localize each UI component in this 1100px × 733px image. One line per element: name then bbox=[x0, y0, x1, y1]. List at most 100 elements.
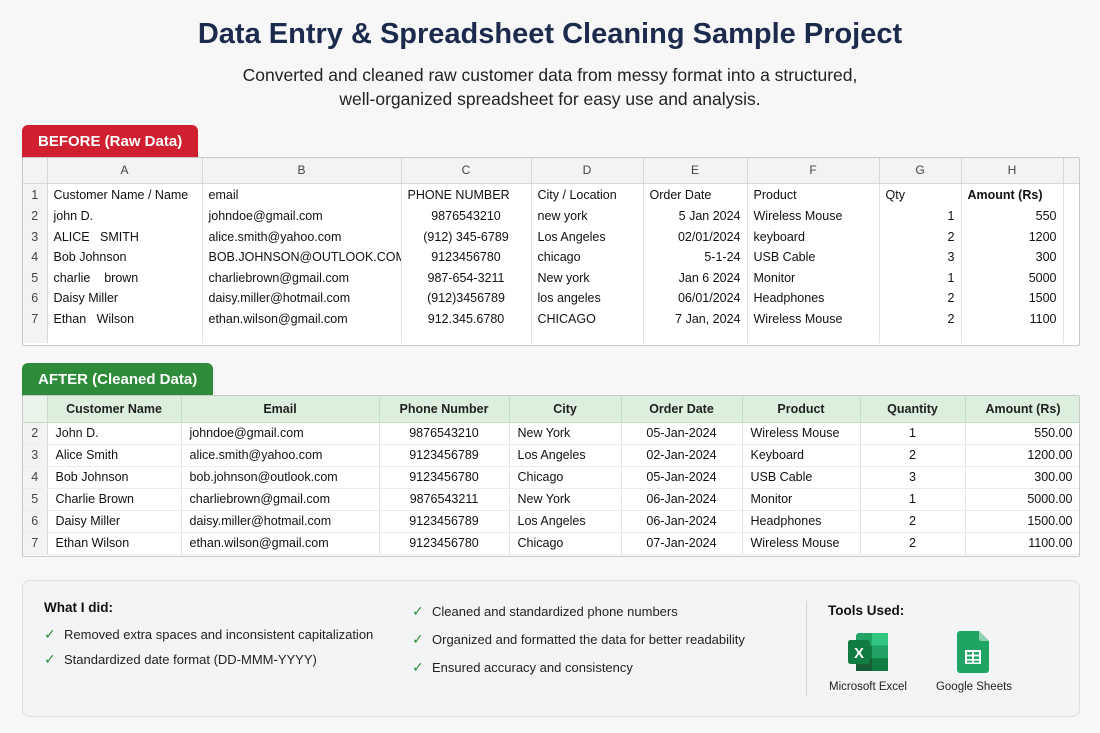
column-letter[interactable]: B bbox=[202, 158, 402, 184]
header-cell[interactable]: Amount (Rs) bbox=[961, 183, 1064, 206]
cell-product[interactable]: USB Cable bbox=[742, 466, 861, 489]
cell-amount[interactable]: 1500.00 bbox=[965, 510, 1079, 533]
cell-phone[interactable]: 9123456789 bbox=[379, 510, 510, 533]
cell-email[interactable]: BOB.JOHNSON@OUTLOOK.COM bbox=[202, 247, 402, 268]
cell-city[interactable]: Los Angeles bbox=[509, 444, 622, 467]
cell-product[interactable]: Monitor bbox=[747, 267, 880, 288]
cell-amount[interactable]: 550.00 bbox=[965, 422, 1079, 445]
cell-date[interactable]: 02/01/2024 bbox=[643, 226, 748, 247]
header-cell[interactable]: Phone Number bbox=[379, 396, 510, 423]
cell-email[interactable]: alice.smith@yahoo.com bbox=[202, 226, 402, 247]
column-letter[interactable]: C bbox=[401, 158, 532, 184]
column-letter[interactable]: A bbox=[47, 158, 203, 184]
cell-date[interactable]: 07-Jan-2024 bbox=[621, 532, 743, 555]
header-cell[interactable]: Order Date bbox=[621, 396, 743, 423]
cell-email[interactable]: alice.smith@yahoo.com bbox=[181, 444, 380, 467]
cell-name[interactable]: Charlie Brown bbox=[47, 488, 182, 511]
cell-city[interactable]: New york bbox=[531, 267, 644, 288]
row-number[interactable]: 2 bbox=[23, 422, 48, 445]
header-cell[interactable]: Product bbox=[747, 183, 880, 206]
cell-date[interactable]: 06-Jan-2024 bbox=[621, 510, 743, 533]
cell-phone[interactable]: 9123456780 bbox=[379, 466, 510, 489]
cell-qty[interactable]: 1 bbox=[879, 206, 962, 227]
header-cell[interactable]: Amount (Rs) bbox=[965, 396, 1079, 423]
cell-amount[interactable]: 1200.00 bbox=[965, 444, 1079, 467]
header-cell[interactable]: Customer Name / Name bbox=[47, 183, 203, 206]
cell-qty[interactable]: 1 bbox=[860, 488, 966, 511]
cell-date[interactable]: 5 Jan 2024 bbox=[643, 206, 748, 227]
cell-city[interactable]: New York bbox=[509, 488, 622, 511]
cell-city[interactable]: Chicago bbox=[509, 532, 622, 555]
row-number[interactable]: 4 bbox=[23, 247, 48, 268]
cell-product[interactable]: Monitor bbox=[742, 488, 861, 511]
column-letter[interactable]: H bbox=[961, 158, 1064, 184]
cell-phone[interactable]: 9123456780 bbox=[379, 532, 510, 555]
cell-email[interactable]: ethan.wilson@gmail.com bbox=[181, 532, 380, 555]
cell-phone[interactable]: 9123456789 bbox=[379, 444, 510, 467]
cell-amount[interactable]: 300.00 bbox=[965, 466, 1079, 489]
cell-amount[interactable]: 1100.00 bbox=[965, 532, 1079, 555]
cell-amount[interactable]: 5000.00 bbox=[965, 488, 1079, 511]
header-cell[interactable]: Qty bbox=[879, 183, 962, 206]
cell-name[interactable]: Ethan Wilson bbox=[47, 308, 203, 329]
cell-product[interactable]: USB Cable bbox=[747, 247, 880, 268]
cell-name[interactable]: Daisy Miller bbox=[47, 510, 182, 533]
cell-date[interactable]: 05-Jan-2024 bbox=[621, 466, 743, 489]
cell-email[interactable]: charliebrown@gmail.com bbox=[202, 267, 402, 288]
cell-phone[interactable]: (912) 345-6789 bbox=[401, 226, 532, 247]
row-number[interactable]: 5 bbox=[23, 267, 48, 288]
cell-phone[interactable]: 9876543211 bbox=[379, 488, 510, 511]
cell-qty[interactable]: 3 bbox=[860, 466, 966, 489]
cell-name[interactable]: ALICE SMITH bbox=[47, 226, 203, 247]
cell-name[interactable]: Daisy Miller bbox=[47, 288, 203, 309]
column-letter[interactable]: E bbox=[643, 158, 748, 184]
row-number[interactable] bbox=[23, 329, 48, 343]
cell-phone[interactable]: 9876543210 bbox=[401, 206, 532, 227]
cell-amount[interactable]: 1200 bbox=[961, 226, 1064, 247]
cell-amount[interactable]: 5000 bbox=[961, 267, 1064, 288]
cell-city[interactable]: new york bbox=[531, 206, 644, 227]
header-cell[interactable]: PHONE NUMBER bbox=[401, 183, 532, 206]
cell-phone[interactable]: 987-654-3211 bbox=[401, 267, 532, 288]
cell-email[interactable]: johndoe@gmail.com bbox=[181, 422, 380, 445]
cell-email[interactable]: bob.johnson@outlook.com bbox=[181, 466, 380, 489]
cell-city[interactable]: Los Angeles bbox=[509, 510, 622, 533]
corner-cell[interactable] bbox=[23, 396, 48, 423]
cell-date[interactable]: 5-1-24 bbox=[643, 247, 748, 268]
cell-qty[interactable]: 2 bbox=[879, 288, 962, 309]
cell-phone[interactable]: 9123456780 bbox=[401, 247, 532, 268]
cell-amount[interactable]: 1500 bbox=[961, 288, 1064, 309]
cell-date[interactable]: 7 Jan, 2024 bbox=[643, 308, 748, 329]
cell-product[interactable]: Headphones bbox=[742, 510, 861, 533]
cell-amount[interactable]: 1100 bbox=[961, 308, 1064, 329]
header-cell[interactable]: Order Date bbox=[643, 183, 748, 206]
header-cell[interactable]: City / Location bbox=[531, 183, 644, 206]
cell-qty[interactable]: 2 bbox=[879, 226, 962, 247]
row-number[interactable]: 4 bbox=[23, 466, 48, 489]
row-number[interactable]: 3 bbox=[23, 444, 48, 467]
row-number[interactable]: 2 bbox=[23, 206, 48, 227]
header-cell[interactable]: email bbox=[202, 183, 402, 206]
cell-amount[interactable]: 300 bbox=[961, 247, 1064, 268]
cell-email[interactable]: daisy.miller@hotmail.com bbox=[202, 288, 402, 309]
cell-name[interactable]: Bob Johnson bbox=[47, 466, 182, 489]
cell-product[interactable]: Wireless Mouse bbox=[747, 308, 880, 329]
header-cell[interactable]: Email bbox=[181, 396, 380, 423]
cell-email[interactable]: charliebrown@gmail.com bbox=[181, 488, 380, 511]
cell-product[interactable]: Wireless Mouse bbox=[747, 206, 880, 227]
cell-email[interactable]: johndoe@gmail.com bbox=[202, 206, 402, 227]
cell-product[interactable]: Wireless Mouse bbox=[742, 422, 861, 445]
cell-date[interactable]: 06/01/2024 bbox=[643, 288, 748, 309]
row-number[interactable]: 6 bbox=[23, 510, 48, 533]
cell-name[interactable]: Bob Johnson bbox=[47, 247, 203, 268]
row-number[interactable]: 3 bbox=[23, 226, 48, 247]
cell-name[interactable]: John D. bbox=[47, 422, 182, 445]
cell-product[interactable]: Keyboard bbox=[742, 444, 861, 467]
cell-qty[interactable]: 1 bbox=[860, 422, 966, 445]
cell-qty[interactable]: 2 bbox=[860, 510, 966, 533]
header-cell[interactable]: City bbox=[509, 396, 622, 423]
cell-email[interactable]: ethan.wilson@gmail.com bbox=[202, 308, 402, 329]
cell-date[interactable]: Jan 6 2024 bbox=[643, 267, 748, 288]
cell-city[interactable]: chicago bbox=[531, 247, 644, 268]
corner-cell[interactable] bbox=[23, 158, 48, 184]
